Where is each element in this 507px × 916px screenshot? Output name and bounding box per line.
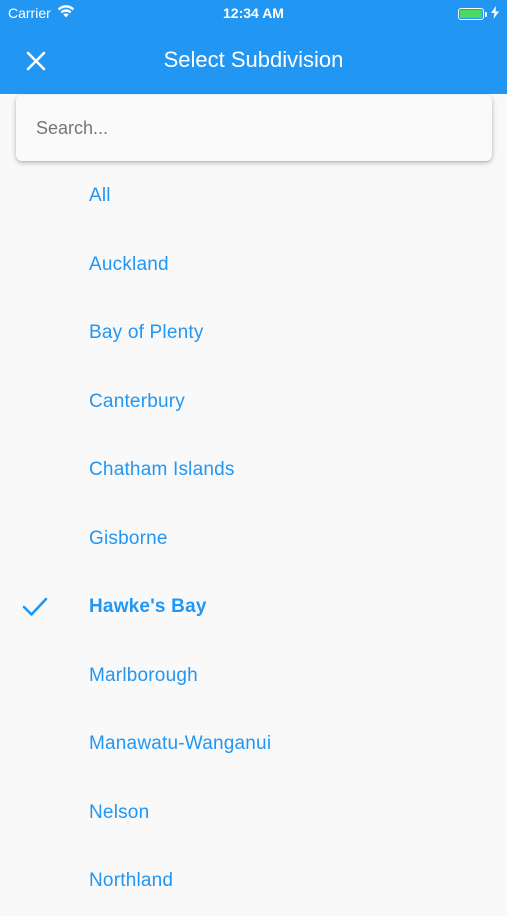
status-time: 12:34 AM <box>223 5 284 21</box>
checkmark-icon <box>22 597 48 617</box>
status-right <box>458 6 499 22</box>
list-item-label: All <box>89 185 111 207</box>
list-item[interactable]: Chatham Islands <box>0 436 507 505</box>
list-item-label: Chatham Islands <box>89 459 235 481</box>
status-bar: Carrier 12:34 AM <box>0 0 507 27</box>
battery-icon <box>458 8 484 20</box>
battery-cap <box>485 11 487 17</box>
list-item-label: Manawatu-Wanganui <box>89 733 272 755</box>
battery-fill <box>460 10 482 18</box>
list-item-label: Nelson <box>89 801 150 823</box>
charging-bolt-icon <box>491 6 499 22</box>
list-item[interactable]: Manawatu-Wanganui <box>0 710 507 779</box>
list-item-label: Auckland <box>89 253 169 275</box>
subdivision-list: All Auckland Bay of Plenty Canterbury Chatha… <box>0 162 507 916</box>
app-bar: Select Subdivision <box>0 27 507 94</box>
list-item[interactable]: Bay of Plenty <box>0 299 507 368</box>
list-item[interactable]: Gisborne <box>0 505 507 574</box>
list-item[interactable]: Auckland <box>0 231 507 300</box>
list-item[interactable]: Marlborough <box>0 642 507 711</box>
list-item[interactable]: Northland <box>0 847 507 916</box>
list-item-label: Gisborne <box>89 527 168 549</box>
list-item-label: Canterbury <box>89 390 185 412</box>
list-item[interactable]: All <box>0 162 507 231</box>
list-item-label: Bay of Plenty <box>89 322 204 344</box>
list-item-label: Hawke's Bay <box>89 596 207 618</box>
list-item[interactable]: Nelson <box>0 779 507 848</box>
list-item[interactable]: Hawke's Bay <box>0 573 507 642</box>
list-item-label: Marlborough <box>89 664 198 686</box>
list-item[interactable]: Canterbury <box>0 368 507 437</box>
search-card <box>16 95 492 161</box>
page-title: Select Subdivision <box>163 47 344 72</box>
list-item-label: Northland <box>89 870 174 892</box>
search-input[interactable] <box>16 95 492 161</box>
